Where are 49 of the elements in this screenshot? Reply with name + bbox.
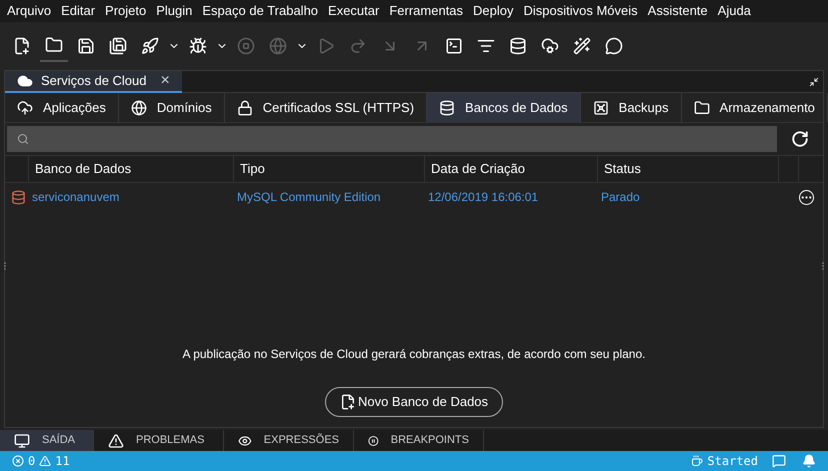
- menu-item[interactable]: Ajuda: [712, 1, 756, 21]
- restore-icon[interactable]: [809, 76, 819, 86]
- feedback-icon: [772, 454, 786, 468]
- search-icon: [17, 133, 29, 145]
- database-icon: [11, 190, 26, 204]
- menu-item[interactable]: Projeto: [100, 1, 152, 21]
- tab[interactable]: Backups: [580, 93, 682, 122]
- cloud-icon: [17, 72, 33, 88]
- table-cell-text: Parado: [600, 189, 641, 206]
- menu-item[interactable]: Espaço de Trabalho: [197, 1, 324, 21]
- close-button[interactable]: ×: [160, 72, 170, 88]
- menu-item[interactable]: Editar: [56, 1, 100, 21]
- column-header[interactable]: Status: [598, 156, 779, 182]
- notice-text: A publicação no Serviços de Cloud gerará cobranças extras, de acordo com seu plano.: [182, 346, 646, 363]
- cloud-upload-icon: [17, 100, 33, 116]
- column-header[interactable]: Banco de Dados: [29, 156, 234, 182]
- globe-icon: [130, 100, 147, 116]
- table-cell-text: 12/06/2019 16:06:01: [427, 189, 540, 206]
- new-file-icon: [340, 394, 356, 410]
- tab[interactable]: Domínios: [118, 93, 225, 122]
- error-icon: [12, 455, 24, 467]
- menu-item[interactable]: Deploy: [468, 1, 519, 21]
- warning-icon: [39, 455, 52, 467]
- new-database-button[interactable]: Novo Banco de Dados: [324, 387, 504, 417]
- table-cell-text: MySQL Community Edition: [236, 189, 382, 206]
- menu-item[interactable]: Dispositivos Móveis: [518, 1, 643, 21]
- tab[interactable]: Aplicações: [5, 93, 119, 122]
- monitor-icon: [14, 432, 30, 448]
- menu-item[interactable]: Plugin: [151, 1, 198, 21]
- tab[interactable]: Armazenamento: [682, 93, 828, 122]
- column-header[interactable]: Tipo: [234, 156, 425, 182]
- menu-item[interactable]: Ferramentas: [384, 1, 468, 21]
- lock-icon: [236, 100, 253, 116]
- notification-icon: [802, 454, 816, 468]
- safe-icon: [592, 100, 609, 116]
- folder-icon: [694, 100, 710, 116]
- menu-item[interactable]: Executar: [323, 1, 384, 21]
- menu-item[interactable]: Assistente: [642, 1, 713, 21]
- panel-tab-title: Serviços de Cloud: [41, 72, 146, 90]
- menu-item[interactable]: Arquivo: [2, 1, 56, 21]
- warning-icon: [108, 432, 124, 448]
- bottom-tab[interactable]: SAÍDA: [0, 430, 94, 451]
- table-cell[interactable]: serviconanuvem: [29, 188, 234, 206]
- database-icon: [439, 100, 456, 116]
- more-options-icon[interactable]: [799, 190, 814, 204]
- column-header[interactable]: Data de Criação: [425, 156, 598, 182]
- panel-tab[interactable]: Serviços de Cloud ×: [5, 70, 182, 92]
- search-field[interactable]: [7, 126, 777, 152]
- tab[interactable]: Bancos de Dados: [427, 93, 581, 122]
